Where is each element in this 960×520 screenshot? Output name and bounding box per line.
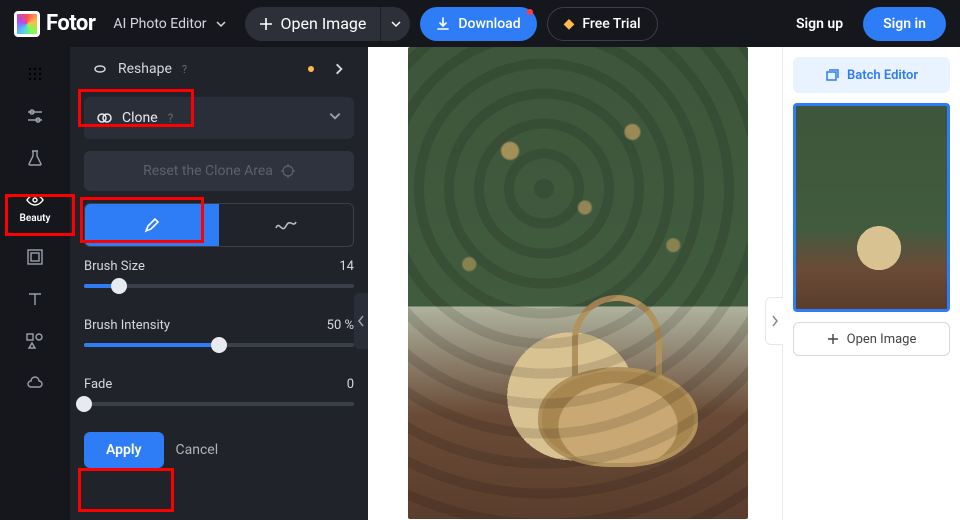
chevron-right-icon <box>771 315 779 327</box>
rail-cloud[interactable] <box>13 374 57 392</box>
text-icon <box>26 290 44 308</box>
plus-icon <box>259 17 273 31</box>
mode-label: AI Photo Editor <box>113 16 206 32</box>
open-image-label: Open Image <box>281 14 367 33</box>
slider-thumb[interactable] <box>211 337 227 353</box>
logo[interactable]: Fotor <box>14 11 95 37</box>
fade-slider[interactable] <box>84 402 354 406</box>
indicator-dot-icon <box>308 66 314 72</box>
cloud-icon <box>26 374 44 392</box>
eye-icon <box>26 191 44 209</box>
chevron-down-icon <box>390 18 402 30</box>
panel-collapse-toggle[interactable] <box>354 293 368 349</box>
erase-tool[interactable] <box>219 204 353 246</box>
reshape-label: Reshape <box>118 61 172 77</box>
clone-label: Clone <box>122 110 158 126</box>
chevron-down-icon <box>215 18 227 30</box>
action-row: Apply Cancel <box>84 432 354 468</box>
canvas-image <box>408 47 748 519</box>
image-thumbnail[interactable] <box>793 103 950 312</box>
right-column: Batch Editor Open Image <box>782 47 960 520</box>
batch-label: Batch Editor <box>847 68 918 83</box>
squiggle-icon <box>275 218 297 232</box>
clone-icon <box>96 110 112 126</box>
stack-icon <box>825 68 839 82</box>
reset-label: Reset the Clone Area <box>143 163 273 179</box>
brush-intensity-label: Brush Intensity <box>84 318 170 333</box>
brush-intensity-slider[interactable] <box>84 343 354 347</box>
flask-icon <box>26 149 44 167</box>
download-label: Download <box>458 16 520 32</box>
free-trial-button[interactable]: ◆ Free Trial <box>547 7 658 41</box>
open-image-label: Open Image <box>847 332 917 347</box>
help-icon: ? <box>168 111 174 125</box>
target-icon <box>281 164 295 178</box>
rail-elements[interactable] <box>13 332 57 350</box>
download-icon <box>436 17 450 31</box>
plus-icon <box>827 333 839 345</box>
signin-button[interactable]: Sign in <box>863 7 946 41</box>
shapes-icon <box>26 332 44 350</box>
open-image-button[interactable]: Open Image <box>245 7 411 41</box>
rail-frame[interactable] <box>13 248 57 266</box>
logo-icon <box>14 11 40 37</box>
right-panel-toggle[interactable] <box>765 297 783 345</box>
fade-value: 0 <box>347 377 354 392</box>
mode-dropdown[interactable]: AI Photo Editor <box>105 16 234 32</box>
rail-text[interactable] <box>13 290 57 308</box>
brush-size-value: 14 <box>339 259 354 274</box>
logo-text: Fotor <box>46 11 95 36</box>
diamond-icon: ◆ <box>564 16 575 32</box>
highlight-box <box>78 468 174 512</box>
notification-dot-icon <box>527 9 533 15</box>
grid-icon <box>26 65 44 83</box>
signup-link[interactable]: Sign up <box>786 16 853 32</box>
tool-panel: Reshape ? Clone ? Reset the Clone Area <box>70 47 368 520</box>
batch-editor-button[interactable]: Batch Editor <box>793 57 950 93</box>
pencil-icon <box>143 216 161 234</box>
brush-tool[interactable] <box>85 204 219 246</box>
reshape-row[interactable]: Reshape ? <box>84 55 354 83</box>
reshape-icon <box>92 61 108 77</box>
rail-flask[interactable] <box>13 149 57 167</box>
rail-beauty-label: Beauty <box>19 213 50 224</box>
rail-sliders[interactable] <box>13 107 57 125</box>
reset-clone-button[interactable]: Reset the Clone Area <box>84 151 354 191</box>
clone-accordion[interactable]: Clone ? <box>84 97 354 139</box>
brush-intensity-value: 50 % <box>327 318 354 333</box>
chevron-left-icon <box>357 315 365 327</box>
left-rail: Beauty <box>0 47 70 520</box>
slider-thumb[interactable] <box>76 396 92 412</box>
open-image-caret[interactable] <box>380 7 410 41</box>
brush-size-control: Brush Size 14 <box>84 259 354 288</box>
brush-mode-row <box>84 203 354 247</box>
cancel-button[interactable]: Cancel <box>176 432 219 468</box>
canvas-area[interactable] <box>368 47 782 520</box>
open-image-right[interactable]: Open Image <box>793 322 950 356</box>
brush-size-slider[interactable] <box>84 284 354 288</box>
free-trial-label: Free Trial <box>582 16 640 32</box>
topbar: Fotor AI Photo Editor Open Image Downloa… <box>0 0 960 47</box>
chevron-right-icon <box>332 62 346 76</box>
frame-icon <box>26 248 44 266</box>
sliders-icon <box>26 107 44 125</box>
basket <box>538 367 698 467</box>
main: Beauty Reshape ? Clone ? <box>0 47 960 520</box>
chevron-down-icon <box>328 109 342 123</box>
rail-adjust[interactable] <box>13 65 57 83</box>
help-icon: ? <box>182 63 187 76</box>
brush-size-label: Brush Size <box>84 259 145 274</box>
apply-button[interactable]: Apply <box>84 432 164 468</box>
basket-handle <box>572 295 662 415</box>
brush-intensity-control: Brush Intensity 50 % <box>84 318 354 347</box>
slider-thumb[interactable] <box>111 278 127 294</box>
download-button[interactable]: Download <box>420 7 536 41</box>
fade-control: Fade 0 <box>84 377 354 406</box>
fade-label: Fade <box>84 377 112 392</box>
rail-beauty[interactable]: Beauty <box>13 191 57 224</box>
